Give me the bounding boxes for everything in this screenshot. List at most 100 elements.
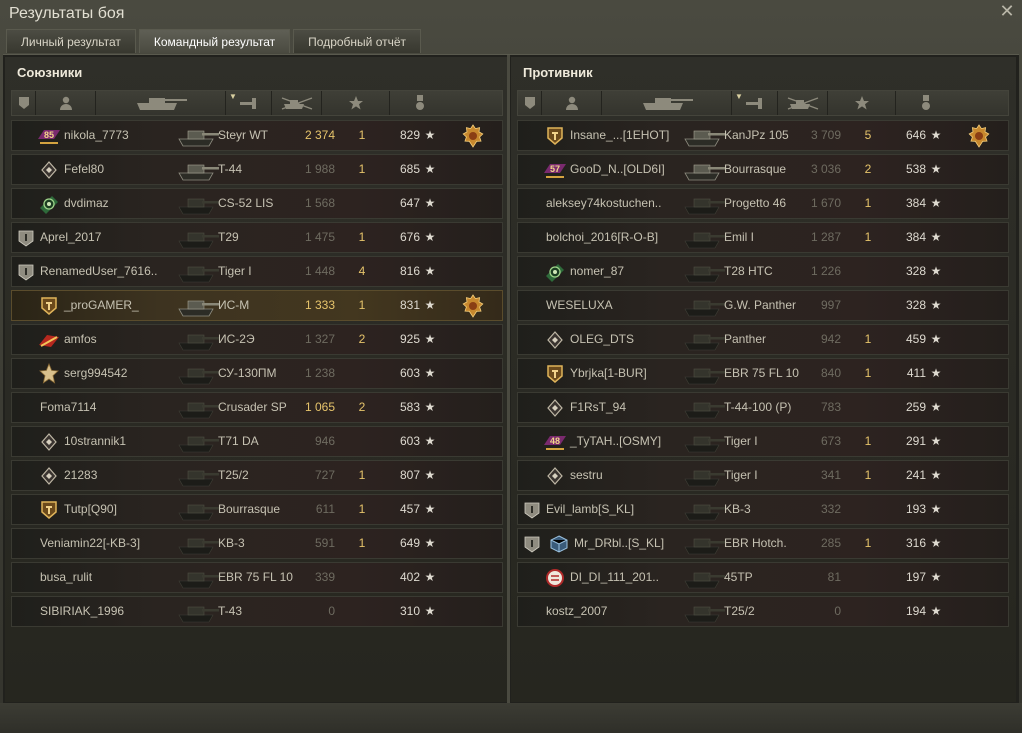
player-name: RenamedUser_7616.. (40, 264, 158, 278)
enemies-column-kills[interactable] (778, 91, 828, 115)
tab-personal-result[interactable]: Личный результат (6, 29, 136, 53)
xp-star-icon: ★ (930, 230, 942, 244)
player-name: _TyTAH..[OSMY] (570, 434, 662, 448)
table-row[interactable]: aleksey74kostuchen.. Progetto 46 1 670 1 384… (517, 188, 1009, 219)
medal-icon[interactable] (460, 291, 486, 320)
tab-detailed-report[interactable]: Подробный отчёт (293, 29, 422, 53)
table-row[interactable]: 10strannik1 T71 DA 946 603 ★ (11, 426, 503, 457)
enemies-column-medal[interactable] (896, 91, 956, 115)
panel-divider (507, 55, 510, 704)
table-row[interactable]: DI_DI_111_201.. 45TP 81 197 ★ (517, 562, 1009, 593)
table-row[interactable]: Veniamin22[-KB-3] KB-3 591 1 649 ★ (11, 528, 503, 559)
allies-column-damage[interactable]: ▼ (226, 91, 272, 115)
kills-value: 1 (864, 536, 872, 550)
table-row[interactable]: OLEG_DTS Panther 942 1 459 ★ (517, 324, 1009, 355)
table-row[interactable]: serg994542 СУ-130ПМ 1 238 603 ★ (11, 358, 503, 389)
table-row[interactable]: dvdimaz CS-52 LIS 1 568 647 ★ (11, 188, 503, 219)
allies-column-squad[interactable] (12, 91, 36, 115)
table-row[interactable]: Mr_DRbl..[S_KL] EBR Hotch. 285 1 316 ★ (517, 528, 1009, 559)
vehicle-name: KanJPz 105 (724, 128, 789, 142)
table-row[interactable]: nomer_87 T28 HTC 1 226 328 ★ (517, 256, 1009, 287)
xp-star-icon: ★ (930, 298, 942, 312)
player-name: amfos (64, 332, 97, 346)
xp-value: 647 (399, 196, 420, 210)
clan-badge-icon (542, 325, 568, 354)
allies-column-tank[interactable] (96, 91, 226, 115)
damage-value: 1 287 (810, 230, 841, 244)
medal-icon[interactable] (966, 121, 992, 150)
damage-value: 1 448 (304, 264, 335, 278)
vehicle-name: EBR Hotch. (724, 536, 787, 550)
table-row[interactable]: busa_rulit EBR 75 FL 10 339 402 ★ (11, 562, 503, 593)
xp-value: 538 (905, 162, 926, 176)
table-row[interactable]: Tutp[Q90] Bourrasque 611 1 457 ★ (11, 494, 503, 525)
table-row[interactable]: amfos ИС-2Э 1 327 2 925 ★ (11, 324, 503, 355)
xp-value: 411 (906, 366, 926, 380)
xp-value: 194 (905, 604, 926, 618)
xp-value: 685 (399, 162, 420, 176)
battle-results-window: Результаты боя ✕ Личный результат Команд… (0, 0, 1022, 733)
damage-value: 1 475 (304, 230, 335, 244)
player-name: 21283 (64, 468, 98, 482)
table-row[interactable]: 48 _TyTAH..[OSMY] Tiger I 673 1 291 ★ (517, 426, 1009, 457)
allies-column-medal[interactable] (390, 91, 450, 115)
tank-icon (682, 259, 726, 284)
xp-star-icon: ★ (424, 298, 436, 312)
kills-value: 1 (358, 162, 366, 176)
table-row[interactable]: WESELUXA G.W. Panther 997 328 ★ (517, 290, 1009, 321)
kills-value: 2 (358, 400, 366, 414)
medal-icon[interactable] (460, 121, 486, 150)
table-row[interactable]: Evil_lamb[S_KL] KB-3 332 193 ★ (517, 494, 1009, 525)
kills-value: 1 (864, 332, 872, 346)
allies-column-header: ▼ (11, 90, 503, 116)
table-row[interactable]: 57 GooD_N..[OLD6I] Bourrasque 3 036 2 538 ★ (517, 154, 1009, 185)
allies-column-kills[interactable] (272, 91, 322, 115)
xp-star-icon: ★ (424, 128, 436, 142)
player-name: _proGAMER_ (64, 298, 139, 312)
table-row[interactable]: 21283 T25/2 727 1 807 ★ (11, 460, 503, 491)
enemies-column-tank[interactable] (602, 91, 732, 115)
table-row[interactable]: _proGAMER_ ИС-М 1 333 1 831 ★ (11, 290, 503, 321)
player-name: nikola_7773 (64, 128, 129, 142)
table-row[interactable]: Aprel_2017 T29 1 475 1 676 ★ (11, 222, 503, 253)
clan-badge-icon (36, 291, 62, 320)
table-row[interactable]: Fefel80 T-44 1 988 1 685 ★ (11, 154, 503, 185)
table-row[interactable]: sestru Tiger I 341 1 241 ★ (517, 460, 1009, 491)
tank-icon (682, 123, 726, 148)
player-name: Tutp[Q90] (64, 502, 117, 516)
xp-value: 603 (399, 434, 420, 448)
allies-column-player[interactable] (36, 91, 96, 115)
enemies-column-squad[interactable] (518, 91, 542, 115)
tank-icon (176, 463, 220, 488)
kills-value: 1 (864, 434, 872, 448)
table-row[interactable]: Ybrjka[1-BUR] EBR 75 FL 10 840 1 411 ★ (517, 358, 1009, 389)
enemies-column-damage[interactable]: ▼ (732, 91, 778, 115)
vehicle-name: G.W. Panther (724, 298, 797, 312)
vehicle-name: Progetto 46 (724, 196, 787, 210)
allies-column-xp-star[interactable] (322, 91, 390, 115)
xp-value: 649 (399, 536, 420, 550)
table-row[interactable]: kostz_2007 T25/2 0 194 ★ (517, 596, 1009, 627)
table-row[interactable]: Foma7114 Crusader SP 1 065 2 583 ★ (11, 392, 503, 423)
tank-icon (682, 327, 726, 352)
xp-star-icon: ★ (424, 162, 436, 176)
tab-team-result[interactable]: Командный результат (138, 29, 291, 53)
table-row[interactable]: RenamedUser_7616.. Tiger I 1 448 4 816 ★ (11, 256, 503, 287)
table-row[interactable]: bolchoi_2016[R-O-B] Emil I 1 287 1 384 ★ (517, 222, 1009, 253)
vehicle-name: ИС-2Э (218, 332, 255, 346)
kills-value: 4 (358, 264, 366, 278)
kills-value: 1 (358, 298, 366, 312)
kills-value (355, 427, 369, 456)
enemies-column-player[interactable] (542, 91, 602, 115)
xp-star-icon: ★ (424, 434, 436, 448)
tank-icon (682, 565, 726, 590)
player-name: Veniamin22[-KB-3] (40, 536, 141, 550)
close-icon[interactable]: ✕ (998, 2, 1016, 20)
kills-value (355, 597, 369, 626)
table-row[interactable]: Insane_...[1EHOT] KanJPz 105 3 709 5 646 ★ (517, 120, 1009, 151)
xp-value: 241 (905, 468, 926, 482)
enemies-column-xp-star[interactable] (828, 91, 896, 115)
table-row[interactable]: F1RsT_94 T-44-100 (P) 783 259 ★ (517, 392, 1009, 423)
table-row[interactable]: SIBIRIAK_1996 T-43 0 310 ★ (11, 596, 503, 627)
table-row[interactable]: 85 nikola_7773 Steyr WT 2 374 1 829 ★ (11, 120, 503, 151)
